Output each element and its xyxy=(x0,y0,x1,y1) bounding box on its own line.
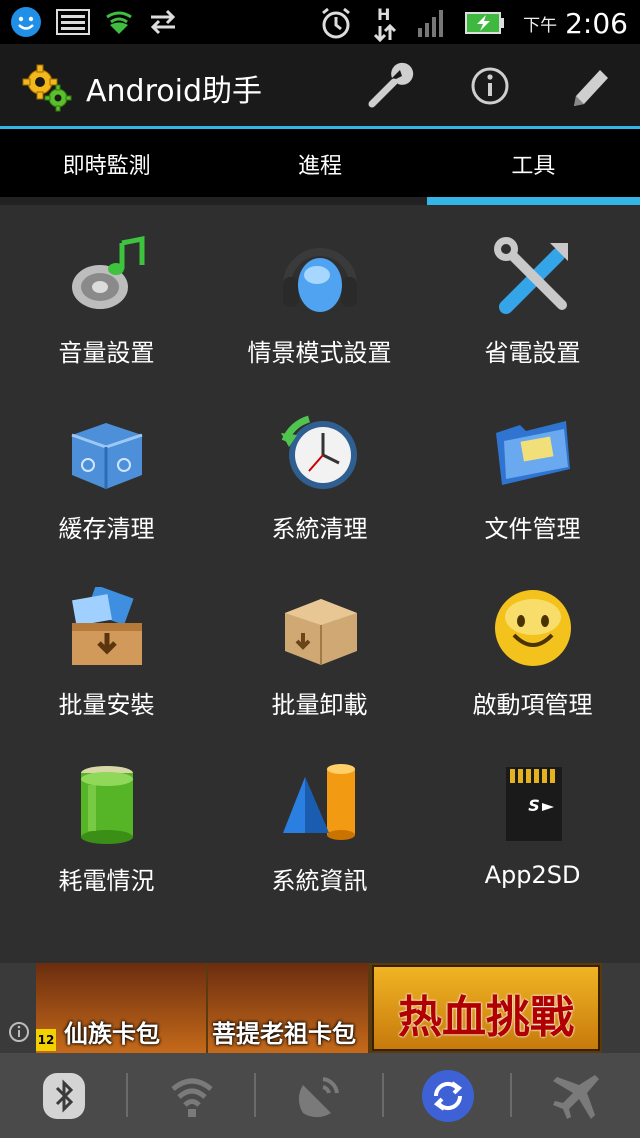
app-gears-icon xyxy=(22,64,72,112)
tool-label: 省電設置 xyxy=(484,339,581,367)
toggle-gps[interactable] xyxy=(256,1053,384,1138)
recycle-box-icon xyxy=(71,423,143,489)
shapes-icon xyxy=(283,764,355,840)
sync-icon xyxy=(422,1069,474,1122)
ad-card-1-text: 仙族卡包 xyxy=(64,1020,160,1048)
airplane-icon xyxy=(553,1074,599,1119)
tool-cache-clean[interactable]: 緩存清理 xyxy=(0,381,213,557)
shield-icon xyxy=(106,11,132,34)
face-icon xyxy=(11,7,41,37)
alarm-icon xyxy=(322,7,351,39)
ad-card-2: 菩提老祖卡包 xyxy=(208,963,368,1053)
folder-icon xyxy=(496,421,570,485)
hplus-network-icon: H xyxy=(374,5,397,42)
speaker-music-icon xyxy=(72,235,145,309)
headphones-icon xyxy=(283,248,357,312)
tool-file-manager[interactable]: 文件管理 xyxy=(426,381,639,557)
tab-tools-label: 工具 xyxy=(511,154,556,179)
status-bar: H 下午 2:06 xyxy=(0,0,640,44)
sync-arrows-icon xyxy=(150,9,176,35)
ad-card-2-text: 菩提老祖卡包 xyxy=(212,1020,356,1048)
tool-system-info[interactable]: 系統資訊 xyxy=(213,733,426,909)
toggle-airplane[interactable] xyxy=(512,1053,640,1138)
ad-age-rating: 12 xyxy=(36,1029,56,1051)
battery-charging-icon xyxy=(465,12,505,34)
sd-card-icon: S xyxy=(506,767,562,841)
tool-label: 音量設置 xyxy=(58,339,155,367)
tool-label: 批量安裝 xyxy=(58,691,155,719)
info-icon xyxy=(471,67,509,105)
tools-icon xyxy=(494,237,568,314)
svg-text:S: S xyxy=(528,796,540,815)
tool-label: App2SD xyxy=(484,861,581,889)
tab-indicator-track xyxy=(0,197,640,205)
gps-icon xyxy=(298,1076,339,1117)
info-button[interactable] xyxy=(466,62,514,110)
quick-toggles xyxy=(0,1053,640,1138)
tab-tools[interactable]: 工具 xyxy=(427,129,640,205)
app-title: Android助手 xyxy=(86,74,262,109)
tab-monitor[interactable]: 即時監測 xyxy=(0,129,213,205)
tab-process-label: 進程 xyxy=(297,154,342,179)
edit-button[interactable] xyxy=(566,62,614,110)
ad-card-1: 仙族卡包 xyxy=(36,963,206,1053)
tab-monitor-label: 即時監測 xyxy=(62,154,151,179)
tool-power-settings[interactable]: 省電設置 xyxy=(426,205,639,381)
bluetooth-icon xyxy=(43,1072,85,1119)
tool-volume-settings[interactable]: 音量設置 xyxy=(0,205,213,381)
tool-label: 系統清理 xyxy=(271,515,368,543)
tool-batch-install[interactable]: 批量安裝 xyxy=(0,557,213,733)
toggle-wifi[interactable] xyxy=(128,1053,256,1138)
image-icon xyxy=(56,9,90,35)
wrench-button[interactable] xyxy=(366,62,414,110)
tools-grid: 音量設置 情景模式設置 省電設置 緩存清理 系統清理 文件管理 批量安裝 批量卸… xyxy=(0,205,640,963)
tool-label: 緩存清理 xyxy=(58,515,155,543)
battery-icon xyxy=(81,766,133,844)
signal-icon xyxy=(418,10,444,37)
tool-app2sd[interactable]: S App2SD xyxy=(426,733,639,909)
tool-label: 文件管理 xyxy=(484,515,581,543)
tool-profile-settings[interactable]: 情景模式設置 xyxy=(213,205,426,381)
svg-text:H: H xyxy=(377,5,390,24)
tool-system-clean[interactable]: 系統清理 xyxy=(213,381,426,557)
ad-image[interactable]: 仙族卡包 菩提老祖卡包 热血挑戰 xyxy=(36,963,602,1053)
tool-label: 啟動項管理 xyxy=(472,691,593,719)
toggle-bluetooth[interactable] xyxy=(0,1053,128,1138)
ad-banner[interactable]: 仙族卡包 菩提老祖卡包 热血挑戰 12 xyxy=(0,963,640,1053)
tool-batch-uninstall[interactable]: 批量卸載 xyxy=(213,557,426,733)
tab-indicator xyxy=(427,197,640,205)
tool-power-usage[interactable]: 耗電情況 xyxy=(0,733,213,909)
wifi-icon xyxy=(171,1078,213,1117)
action-bar: Android助手 xyxy=(0,44,640,128)
tab-bar: 即時監測 進程 工具 xyxy=(0,129,640,205)
tool-startup-manager[interactable]: 啟動項管理 xyxy=(426,557,639,733)
tool-label: 耗電情況 xyxy=(58,867,155,895)
status-ampm: 下午 xyxy=(523,15,558,36)
install-box-icon xyxy=(72,587,142,665)
tool-label: 情景模式設置 xyxy=(247,339,392,367)
ad-headline-box: 热血挑戰 xyxy=(372,965,600,1051)
pencil-icon xyxy=(574,70,608,106)
tool-label: 批量卸載 xyxy=(271,691,368,719)
clock-icon xyxy=(281,415,357,489)
ad-headline: 热血挑戰 xyxy=(398,992,574,1043)
status-time: 2:06 xyxy=(565,6,628,40)
toggle-sync[interactable] xyxy=(384,1053,512,1138)
tab-process[interactable]: 進程 xyxy=(213,129,426,205)
uninstall-box-icon xyxy=(285,599,357,665)
ad-info-icon[interactable] xyxy=(8,1021,30,1043)
wrench-icon xyxy=(368,62,414,108)
tool-label: 系統資訊 xyxy=(271,867,368,895)
smiley-icon xyxy=(495,590,571,666)
